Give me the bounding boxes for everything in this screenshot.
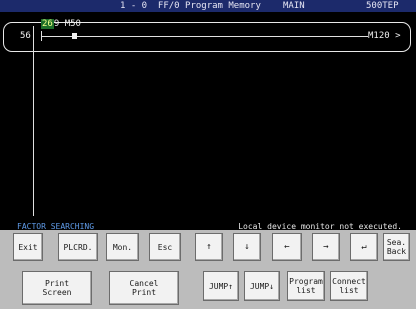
jump-up-button[interactable]: JUMP↑ (203, 271, 239, 301)
contact-value-b: 9 (53, 19, 60, 29)
step-number: 56 (20, 31, 31, 41)
left-power-rail (33, 26, 34, 216)
cursor-right-button[interactable]: → (312, 233, 340, 261)
cancel-print-button[interactable]: Cancel Print (109, 271, 179, 305)
contact-symbol[interactable] (33, 31, 42, 41)
enter-button[interactable]: ↵ (350, 233, 378, 261)
exit-button[interactable]: Exit (13, 233, 43, 261)
rung-line (42, 36, 368, 37)
coil-label[interactable]: M120 > (368, 31, 401, 41)
program-name: MAIN (283, 1, 305, 11)
plc-read-button[interactable]: PLCRD. (58, 233, 98, 261)
step-count: 500TEP (366, 1, 399, 11)
cursor-left-button[interactable]: ← (272, 233, 302, 261)
search-back-button[interactable]: Sea. Back (383, 233, 410, 261)
escape-button[interactable]: Esc (149, 233, 181, 261)
ladder-editor[interactable]: 56 269 M50 M120 > (0, 12, 416, 222)
program-memory-title: 1 - 0 FF/0 Program Memory (120, 1, 261, 11)
jump-down-button[interactable]: JUMP↓ (244, 271, 280, 301)
contact-device: M50 (64, 19, 81, 29)
monitor-button[interactable]: Mon. (106, 233, 139, 261)
function-key-panel: Exit PLCRD. Mon. Esc ↑ ↓ ← → ↵ Sea. Back… (0, 230, 416, 309)
cursor-up-button[interactable]: ↑ (195, 233, 223, 261)
cursor-down-button[interactable]: ↓ (233, 233, 261, 261)
connect-list-button[interactable]: Connect list (330, 271, 368, 301)
title-bar: 1 - 0 FF/0 Program Memory MAIN 500TEP (0, 0, 416, 12)
print-screen-button[interactable]: Print Screen (22, 271, 92, 305)
contact-value: 26 (41, 19, 54, 29)
ladder-cursor (72, 33, 77, 39)
program-list-button[interactable]: Program list (287, 271, 325, 301)
contact-device-label: 269 M50 (41, 19, 81, 29)
